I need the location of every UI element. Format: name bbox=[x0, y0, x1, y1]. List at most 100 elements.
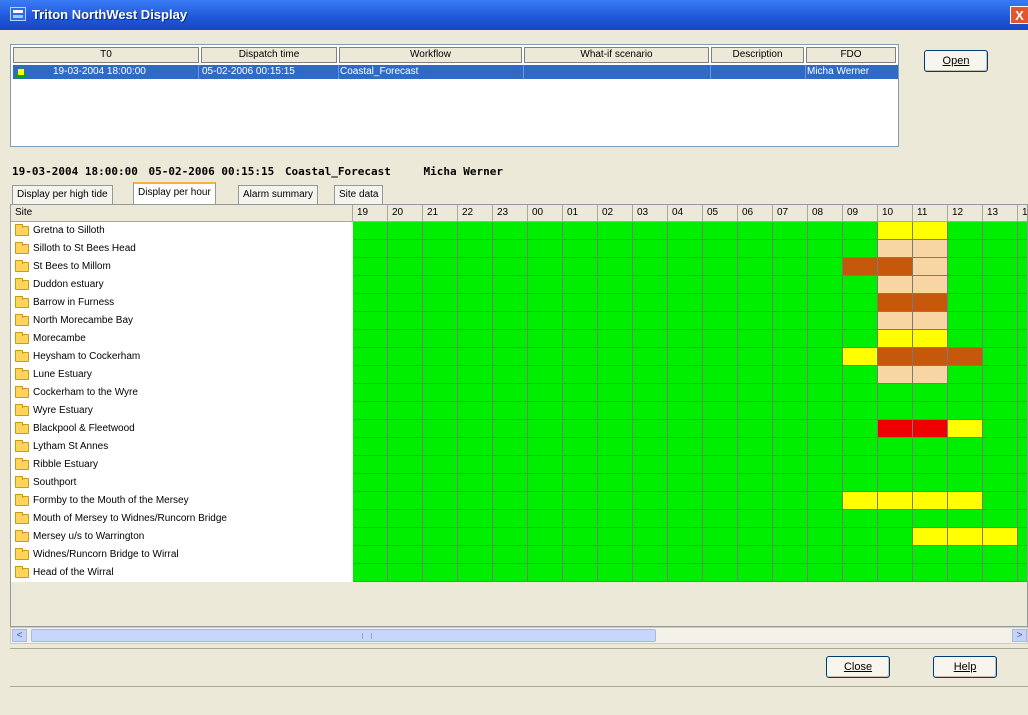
alarm-cell[interactable] bbox=[458, 276, 493, 294]
alarm-cell[interactable] bbox=[878, 492, 913, 510]
hour-header[interactable]: 09 bbox=[843, 205, 878, 222]
alarm-cell[interactable] bbox=[773, 384, 808, 402]
alarm-cell[interactable] bbox=[598, 510, 633, 528]
alarm-cell[interactable] bbox=[528, 240, 563, 258]
alarm-cell[interactable] bbox=[1018, 528, 1027, 546]
alarm-cell[interactable] bbox=[1018, 384, 1027, 402]
hour-header[interactable]: 05 bbox=[703, 205, 738, 222]
site-row[interactable]: Gretna to Silloth bbox=[11, 222, 353, 240]
alarm-cell[interactable] bbox=[353, 348, 388, 366]
alarm-cell[interactable] bbox=[458, 438, 493, 456]
alarm-cell[interactable] bbox=[563, 438, 598, 456]
alarm-cell[interactable] bbox=[773, 312, 808, 330]
alarm-cell[interactable] bbox=[808, 402, 843, 420]
alarm-cell[interactable] bbox=[353, 276, 388, 294]
alarm-cell[interactable] bbox=[633, 312, 668, 330]
alarm-cell[interactable] bbox=[913, 564, 948, 582]
alarm-cell[interactable] bbox=[423, 276, 458, 294]
alarm-cell[interactable] bbox=[528, 366, 563, 384]
alarm-cell[interactable] bbox=[528, 456, 563, 474]
alarm-cell[interactable] bbox=[948, 330, 983, 348]
site-row[interactable]: Lytham St Annes bbox=[11, 438, 353, 456]
alarm-cell[interactable] bbox=[738, 240, 773, 258]
alarm-cell[interactable] bbox=[738, 294, 773, 312]
alarm-cell[interactable] bbox=[388, 438, 423, 456]
alarm-cell[interactable] bbox=[528, 420, 563, 438]
alarm-cell[interactable] bbox=[423, 546, 458, 564]
alarm-cell[interactable] bbox=[493, 420, 528, 438]
alarm-cell[interactable] bbox=[493, 330, 528, 348]
alarm-cell[interactable] bbox=[773, 456, 808, 474]
alarm-cell[interactable] bbox=[458, 294, 493, 312]
alarm-cell[interactable] bbox=[388, 456, 423, 474]
alarm-cell[interactable] bbox=[353, 438, 388, 456]
alarm-cell[interactable] bbox=[703, 222, 738, 240]
alarm-cell[interactable] bbox=[668, 438, 703, 456]
alarm-cell[interactable] bbox=[948, 546, 983, 564]
alarm-cell[interactable] bbox=[633, 546, 668, 564]
column-header-dispatch-time[interactable]: Dispatch time bbox=[201, 47, 337, 63]
alarm-cell[interactable] bbox=[878, 348, 913, 366]
alarm-cell[interactable] bbox=[423, 474, 458, 492]
window-close-button[interactable]: X bbox=[1010, 6, 1028, 24]
scroll-right-arrow-icon[interactable]: > bbox=[1012, 629, 1027, 642]
alarm-cell[interactable] bbox=[353, 510, 388, 528]
site-row[interactable]: Silloth to St Bees Head bbox=[11, 240, 353, 258]
alarm-cell[interactable] bbox=[983, 474, 1018, 492]
alarm-cell[interactable] bbox=[388, 348, 423, 366]
alarm-cell[interactable] bbox=[353, 258, 388, 276]
site-row[interactable]: Head of the Wirral bbox=[11, 564, 353, 582]
alarm-cell[interactable] bbox=[878, 276, 913, 294]
alarm-cell[interactable] bbox=[878, 474, 913, 492]
alarm-cell[interactable] bbox=[913, 546, 948, 564]
alarm-cell[interactable] bbox=[843, 546, 878, 564]
hour-header[interactable]: 00 bbox=[528, 205, 563, 222]
alarm-cell[interactable] bbox=[773, 492, 808, 510]
alarm-cell[interactable] bbox=[423, 240, 458, 258]
site-row[interactable]: Lune Estuary bbox=[11, 366, 353, 384]
hour-header[interactable]: 10 bbox=[878, 205, 913, 222]
alarm-cell[interactable] bbox=[388, 492, 423, 510]
hour-header[interactable]: 04 bbox=[668, 205, 703, 222]
alarm-cell[interactable] bbox=[843, 348, 878, 366]
alarm-cell[interactable] bbox=[738, 510, 773, 528]
alarm-cell[interactable] bbox=[633, 510, 668, 528]
alarm-cell[interactable] bbox=[633, 492, 668, 510]
alarm-cell[interactable] bbox=[1018, 276, 1027, 294]
alarm-cell[interactable] bbox=[773, 258, 808, 276]
alarm-cell[interactable] bbox=[388, 276, 423, 294]
alarm-cell[interactable] bbox=[353, 330, 388, 348]
alarm-cell[interactable] bbox=[983, 294, 1018, 312]
alarm-cell[interactable] bbox=[458, 402, 493, 420]
alarm-cell[interactable] bbox=[668, 492, 703, 510]
alarm-cell[interactable] bbox=[493, 510, 528, 528]
alarm-cell[interactable] bbox=[493, 546, 528, 564]
alarm-cell[interactable] bbox=[1018, 510, 1027, 528]
forecast-row[interactable]: 19-03-2004 18:00:00 05-02-2006 00:15:15 … bbox=[13, 65, 898, 79]
alarm-cell[interactable] bbox=[983, 420, 1018, 438]
alarm-cell[interactable] bbox=[703, 384, 738, 402]
alarm-cell[interactable] bbox=[983, 546, 1018, 564]
alarm-cell[interactable] bbox=[598, 258, 633, 276]
alarm-cell[interactable] bbox=[773, 348, 808, 366]
alarm-cell[interactable] bbox=[913, 312, 948, 330]
alarm-cell[interactable] bbox=[773, 510, 808, 528]
alarm-cell[interactable] bbox=[493, 366, 528, 384]
alarm-cell[interactable] bbox=[913, 258, 948, 276]
alarm-cell[interactable] bbox=[948, 348, 983, 366]
alarm-cell[interactable] bbox=[948, 456, 983, 474]
alarm-cell[interactable] bbox=[738, 276, 773, 294]
alarm-cell[interactable] bbox=[423, 438, 458, 456]
alarm-cell[interactable] bbox=[878, 528, 913, 546]
alarm-cell[interactable] bbox=[808, 222, 843, 240]
alarm-cell[interactable] bbox=[633, 456, 668, 474]
alarm-cell[interactable] bbox=[563, 384, 598, 402]
alarm-cell[interactable] bbox=[773, 402, 808, 420]
alarm-cell[interactable] bbox=[598, 276, 633, 294]
alarm-cell[interactable] bbox=[668, 240, 703, 258]
alarm-cell[interactable] bbox=[703, 420, 738, 438]
alarm-cell[interactable] bbox=[423, 348, 458, 366]
alarm-cell[interactable] bbox=[738, 348, 773, 366]
alarm-cell[interactable] bbox=[703, 348, 738, 366]
site-row[interactable]: Widnes/Runcorn Bridge to Wirral bbox=[11, 546, 353, 564]
